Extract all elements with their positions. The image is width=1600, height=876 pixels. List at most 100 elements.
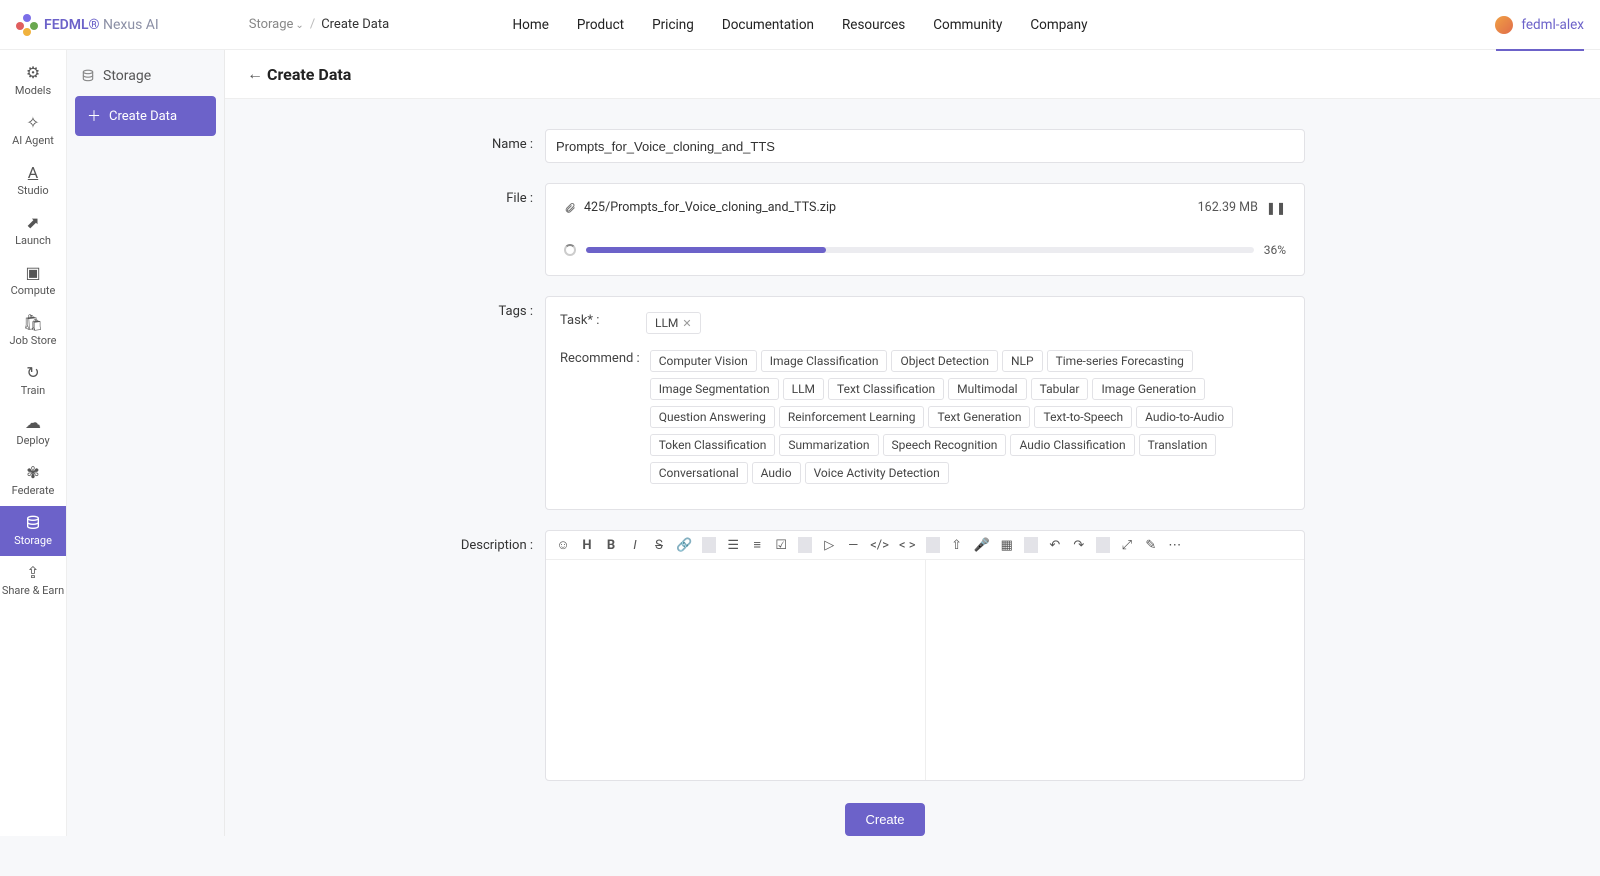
editor-preview-pane [925, 560, 1305, 780]
account-menu[interactable]: fedml-alex [1495, 16, 1584, 34]
recommend-chip[interactable]: Translation [1139, 434, 1217, 456]
tb-mic-icon[interactable]: 🎤 [974, 538, 990, 553]
secondary-sidebar: Storage ＋ Create Data [67, 50, 225, 836]
rail-share-earn[interactable]: ⇪Share & Earn [0, 556, 66, 606]
tb-code-icon[interactable]: </> [870, 538, 889, 553]
nav-pricing[interactable]: Pricing [652, 17, 694, 33]
tb-run-icon[interactable]: ▷ [822, 538, 836, 553]
recommend-chip[interactable]: LLM [783, 378, 824, 400]
tb-codeblock-icon[interactable]: < > [899, 538, 916, 553]
rail-models[interactable]: ⚙Models [0, 56, 66, 106]
editor-write-pane[interactable] [546, 560, 925, 780]
label-tags: Tags : [245, 296, 545, 510]
recommend-chip[interactable]: NLP [1002, 350, 1043, 372]
recommend-chip[interactable]: Text Generation [928, 406, 1030, 428]
deploy-icon: ☁ [25, 415, 41, 431]
tb-upload-icon[interactable]: ⇧ [950, 538, 964, 553]
tb-separator [1024, 537, 1038, 553]
label-description: Description : [245, 530, 545, 781]
create-data-button[interactable]: ＋ Create Data [75, 96, 216, 136]
launch-icon: ⬈ [26, 215, 39, 231]
tb-checklist-icon[interactable]: ☑ [774, 538, 788, 553]
sidebar-section-label: Storage [103, 68, 151, 84]
avatar-icon [1495, 16, 1513, 34]
tb-italic-icon[interactable]: I [628, 538, 642, 553]
task-label: Task* : [560, 309, 636, 328]
tb-heading-icon[interactable]: H [580, 538, 594, 553]
recommend-chip[interactable]: Image Classification [761, 350, 888, 372]
account-username: fedml-alex [1521, 17, 1584, 33]
nav-company[interactable]: Company [1030, 17, 1087, 33]
tb-redo-icon[interactable]: ↷ [1072, 538, 1086, 553]
rail-train[interactable]: ↻Train [0, 356, 66, 406]
back-arrow[interactable]: ← [247, 64, 263, 84]
rail-storage[interactable]: Storage [0, 506, 66, 556]
recommend-chip[interactable]: Audio [752, 462, 801, 484]
recommend-chip[interactable]: Text-to-Speech [1034, 406, 1132, 428]
recommend-chip[interactable]: Object Detection [891, 350, 998, 372]
database-icon [81, 69, 95, 83]
rail-launch[interactable]: ⬈Launch [0, 206, 66, 256]
recommend-chip[interactable]: Audio-to-Audio [1136, 406, 1233, 428]
top-nav: Home Product Pricing Documentation Resou… [513, 17, 1088, 33]
rail-federate[interactable]: ✾Federate [0, 456, 66, 506]
tb-emoji-icon[interactable]: ☺ [556, 537, 570, 553]
recommend-chip[interactable]: Multimodal [948, 378, 1026, 400]
breadcrumb-parent[interactable]: Storage⌄ [249, 17, 304, 32]
nav-resources[interactable]: Resources [842, 17, 905, 33]
recommend-chip[interactable]: Speech Recognition [883, 434, 1007, 456]
pause-icon[interactable]: ❚❚ [1266, 201, 1286, 215]
rail-deploy[interactable]: ☁Deploy [0, 406, 66, 456]
rail-compute[interactable]: ▣Compute [0, 256, 66, 306]
editor-toolbar: ☺ H B I S 🔗 ☰ ≡ ☑ ▷ — </> < > [546, 531, 1304, 560]
recommend-chip[interactable]: Summarization [779, 434, 878, 456]
tb-table-icon[interactable]: ▦ [1000, 538, 1014, 553]
create-button[interactable]: Create [845, 803, 924, 836]
plus-icon: ＋ [87, 106, 101, 126]
tb-link-icon[interactable]: 🔗 [676, 538, 692, 553]
recommend-chip[interactable]: Voice Activity Detection [805, 462, 949, 484]
share-icon: ⇪ [26, 565, 39, 581]
recommend-chip[interactable]: Question Answering [650, 406, 775, 428]
nav-documentation[interactable]: Documentation [722, 17, 814, 33]
compute-icon: ▣ [25, 265, 40, 281]
recommend-chip[interactable]: Tabular [1031, 378, 1089, 400]
tb-separator [702, 537, 716, 553]
recommend-chip[interactable]: Token Classification [650, 434, 776, 456]
name-input[interactable] [545, 129, 1305, 163]
account-underline [1496, 49, 1584, 51]
tb-separator [798, 537, 812, 553]
tb-bold-icon[interactable]: B [604, 538, 618, 553]
remove-chip-icon[interactable]: ✕ [682, 317, 691, 330]
nav-product[interactable]: Product [577, 17, 624, 33]
breadcrumb-separator: / [310, 17, 315, 32]
studio-icon: A [28, 165, 38, 181]
page-header: ← Create Data [225, 50, 1600, 99]
recommend-chip[interactable]: Audio Classification [1010, 434, 1134, 456]
recommend-chip[interactable]: Reinforcement Learning [779, 406, 925, 428]
sidebar-section-storage[interactable]: Storage [75, 64, 216, 96]
tb-hr-icon[interactable]: — [846, 538, 860, 553]
paperclip-icon [564, 202, 576, 214]
tb-fullscreen-icon[interactable]: ⤢ [1120, 538, 1134, 553]
tb-list-ol-icon[interactable]: ≡ [750, 537, 764, 553]
tb-edit-icon[interactable]: ✎ [1144, 538, 1158, 553]
recommend-chip[interactable]: Conversational [650, 462, 748, 484]
tb-undo-icon[interactable]: ↶ [1048, 538, 1062, 553]
rail-ai-agent[interactable]: ✧AI Agent [0, 106, 66, 156]
recommend-chip[interactable]: Text Classification [828, 378, 944, 400]
nav-community[interactable]: Community [933, 17, 1002, 33]
logo[interactable]: FEDML® Nexus AI [16, 14, 159, 36]
recommend-chip[interactable]: Image Segmentation [650, 378, 779, 400]
nav-home[interactable]: Home [513, 17, 549, 33]
rail-studio[interactable]: AStudio [0, 156, 66, 206]
tb-list-ul-icon[interactable]: ☰ [726, 538, 740, 553]
recommend-chip[interactable]: Time-series Forecasting [1047, 350, 1193, 372]
tb-more-icon[interactable]: ⋯ [1168, 538, 1182, 553]
main-content: ← Create Data Name : File : 425/Prompts_… [225, 50, 1600, 876]
recommend-chip[interactable]: Computer Vision [650, 350, 757, 372]
selected-task-chip[interactable]: LLM ✕ [646, 312, 701, 334]
rail-job-store[interactable]: 🛍Job Store [0, 306, 66, 356]
recommend-chip[interactable]: Image Generation [1092, 378, 1205, 400]
tb-strike-icon[interactable]: S [652, 538, 666, 553]
